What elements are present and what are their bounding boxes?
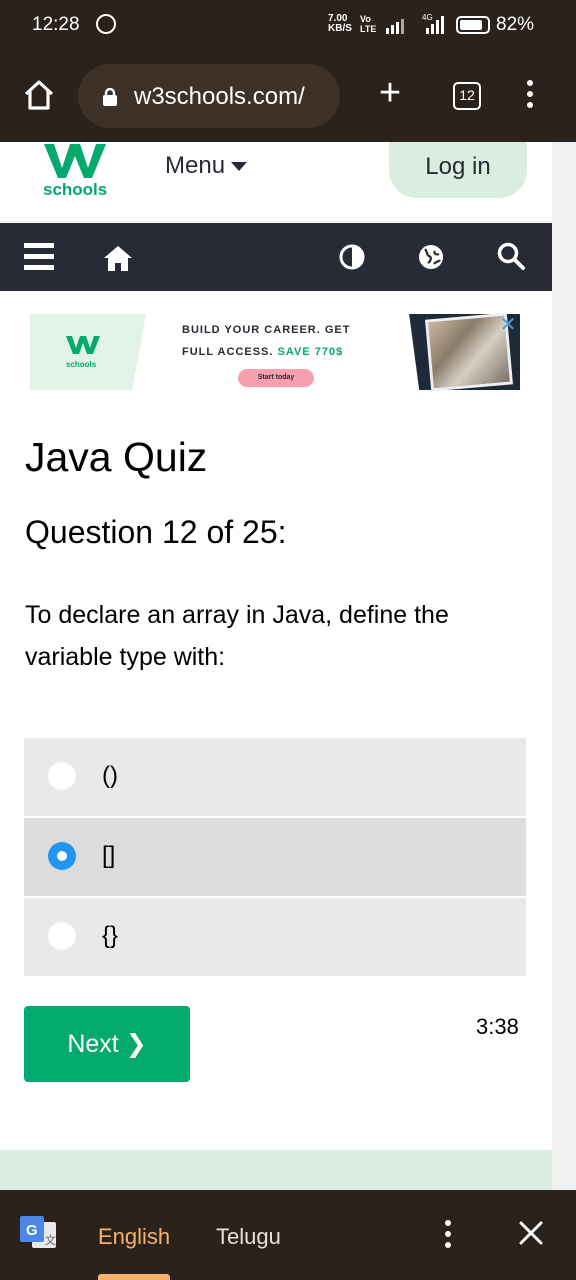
google-translate-icon: G 文 (20, 1216, 56, 1248)
page-title: Java Quiz (25, 434, 208, 480)
answer-label: () (102, 762, 118, 789)
translate-menu-icon[interactable] (442, 1220, 454, 1252)
answer-options: () [] {} (24, 738, 526, 978)
whatsapp-icon (96, 14, 116, 34)
language-tab-telugu[interactable]: Telugu (216, 1224, 281, 1250)
site-tool-nav (0, 223, 552, 291)
battery-icon (456, 16, 490, 34)
radio-button[interactable] (48, 922, 76, 950)
svg-text:文: 文 (45, 1233, 56, 1247)
logo-text[interactable]: schools (43, 180, 107, 200)
answer-option-selected[interactable]: [] (24, 818, 526, 896)
signal-icon (386, 19, 404, 34)
new-tab-button[interactable]: + (374, 74, 406, 112)
ad-cta-button[interactable]: Start today (238, 369, 314, 387)
menu-button[interactable]: Menu (165, 152, 248, 180)
answer-option[interactable]: {} (24, 898, 526, 976)
login-button[interactable]: Log in (389, 142, 527, 198)
network-speed: 7.00 KB/S (328, 13, 352, 34)
menu-label: Menu (165, 152, 226, 179)
answer-label: [] (102, 842, 116, 869)
signal-4g-icon: 4G (422, 13, 444, 34)
question-number: Question 12 of 25: (25, 514, 287, 550)
ad-logo-text: schools (66, 360, 97, 369)
status-time: 12:28 (32, 14, 80, 35)
globe-icon[interactable] (417, 243, 445, 271)
ad-headline-1: BUILD YOUR CAREER. GET (182, 324, 351, 336)
site-top-nav: schools Menu Log in (0, 142, 552, 222)
volte-indicator: Vo LTE (360, 14, 377, 34)
tab-switcher-button[interactable]: 12 (453, 82, 481, 110)
translate-bar: G 文 English Telugu (0, 1190, 576, 1280)
web-page: schools Menu Log in schools BUILD YOUR C… (0, 142, 552, 1192)
question-text: To declare an array in Java, define the … (25, 601, 449, 671)
ad-close-icon[interactable]: ✕ (498, 315, 518, 336)
next-button[interactable]: Next ❯ (24, 1006, 190, 1082)
status-bar: 12:28 7.00 KB/S Vo LTE 4G 82% (0, 0, 576, 52)
search-icon[interactable] (496, 241, 526, 271)
ad-w3-logo-icon (66, 336, 100, 354)
home-icon[interactable] (22, 78, 56, 112)
answer-option[interactable]: () (24, 738, 526, 816)
ad-save-text: SAVE 770$ (277, 346, 344, 358)
hamburger-menu-icon[interactable] (24, 243, 54, 273)
contrast-toggle-icon[interactable] (338, 243, 366, 271)
language-tab-english[interactable]: English (98, 1224, 170, 1250)
browser-menu-icon[interactable] (522, 80, 538, 112)
advertisement-banner[interactable]: schools BUILD YOUR CAREER. GET FULL ACCE… (30, 312, 520, 392)
quiz-timer: 3:38 (476, 1014, 519, 1039)
browser-toolbar: w3schools.com/ + 12 (0, 52, 576, 142)
close-icon[interactable] (518, 1220, 544, 1246)
svg-text:G: G (26, 1222, 38, 1239)
page-edge (550, 142, 576, 1192)
active-language-indicator (98, 1274, 170, 1280)
page-footer-band (0, 1150, 552, 1192)
radio-button-checked[interactable] (48, 842, 76, 870)
answer-label: {} (102, 922, 119, 949)
url-text[interactable]: w3schools.com/ (134, 83, 305, 111)
ad-headline-2: FULL ACCESS. SAVE 770$ (182, 346, 344, 358)
home-icon[interactable] (102, 243, 134, 273)
svg-text:4G: 4G (422, 13, 433, 22)
battery-percent: 82% (496, 14, 535, 35)
caret-down-icon (231, 162, 248, 172)
lock-icon (103, 88, 117, 106)
radio-button[interactable] (48, 762, 76, 790)
